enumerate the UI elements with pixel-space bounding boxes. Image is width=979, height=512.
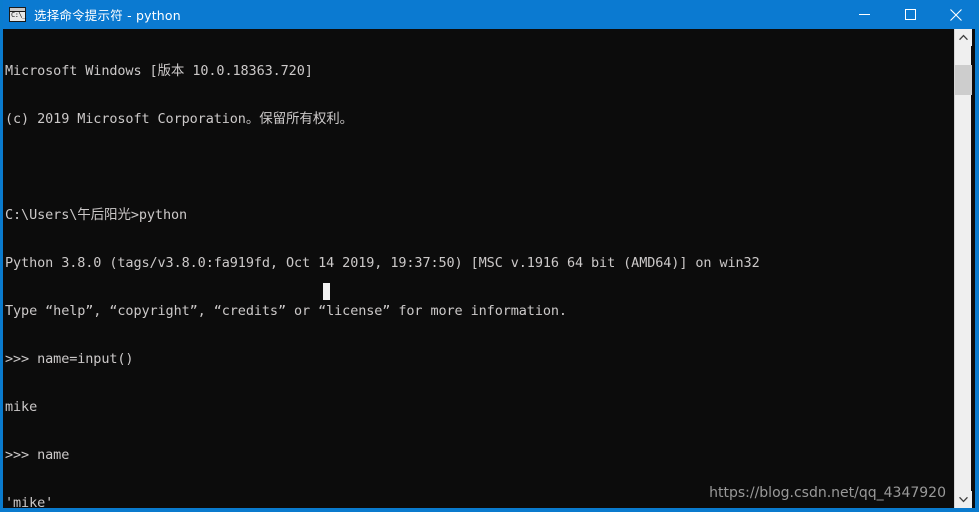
console-line: Type “help”, “copyright”, “credits” or “… bbox=[5, 303, 567, 319]
watermark-text: https://blog.csdn.net/qq_4347920 bbox=[709, 485, 946, 501]
vertical-scrollbar[interactable] bbox=[954, 29, 972, 508]
close-button[interactable] bbox=[933, 0, 975, 29]
maximize-button[interactable] bbox=[887, 0, 933, 29]
scrollbar-thumb[interactable] bbox=[955, 65, 972, 95]
console-output: Microsoft Windows [版本 10.0.18363.720] (c… bbox=[5, 31, 760, 508]
chevron-up-icon[interactable] bbox=[955, 29, 972, 46]
console-line: mike bbox=[5, 399, 38, 415]
console-line: C:\Users\午后阳光>python bbox=[5, 207, 188, 223]
minimize-button[interactable] bbox=[841, 0, 887, 29]
scrollbar-track[interactable] bbox=[955, 46, 972, 491]
console-line: 'mike' bbox=[5, 495, 54, 508]
window-title: 选择命令提示符 - python bbox=[34, 8, 181, 23]
window-controls bbox=[841, 0, 975, 29]
console-line: Microsoft Windows [版本 10.0.18363.720] bbox=[5, 63, 313, 79]
command-prompt-window: 选择命令提示符 - python Microsoft Windows [版本 1 bbox=[0, 0, 979, 512]
console-text-area[interactable]: Microsoft Windows [版本 10.0.18363.720] (c… bbox=[3, 29, 958, 508]
console-line: (c) 2019 Microsoft Corporation。保留所有权利。 bbox=[5, 111, 354, 127]
title-bar[interactable]: 选择命令提示符 - python bbox=[3, 0, 975, 29]
mouse-pointer-icon bbox=[323, 283, 330, 300]
console-line: >>> name bbox=[5, 447, 70, 463]
console-icon bbox=[9, 7, 26, 22]
console-line: >>> name=input() bbox=[5, 351, 134, 367]
console-line: Python 3.8.0 (tags/v3.8.0:fa919fd, Oct 1… bbox=[5, 255, 760, 271]
chevron-down-icon[interactable] bbox=[955, 491, 972, 508]
